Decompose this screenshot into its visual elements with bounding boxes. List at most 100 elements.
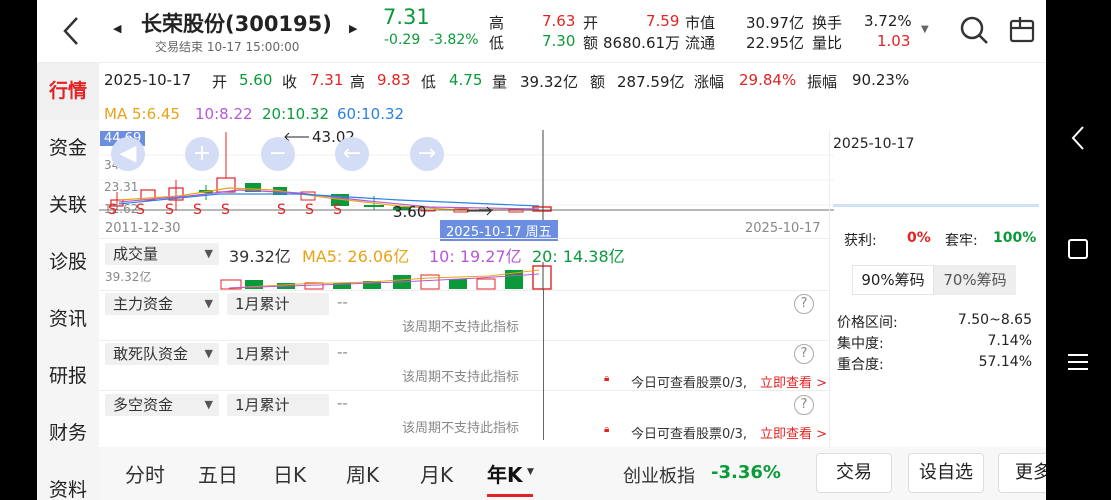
tab-weekly-k[interactable]: 周K [346,459,379,488]
volume-selector-label: 成交量 [113,245,159,263]
system-menu-icon[interactable] [1066,352,1090,372]
header-expand-icon[interactable]: ▼ [921,24,929,35]
ma-line-orange [118,187,539,211]
zoom-out-icon[interactable]: − [261,137,295,171]
indicator-selector-label: 主力资金 [113,295,174,313]
promo-link[interactable]: 立即查看 > [760,423,827,442]
period-selector[interactable]: 1月累计 [227,394,329,416]
summary-open: 5.60 [239,71,273,89]
nav-diagnosis[interactable]: 诊股 [37,234,99,291]
dropdown-caret-icon: ▼ [204,398,213,411]
lock-icon: 🔒︎ [604,373,610,384]
tab-daily-k[interactable]: 日K [273,459,306,488]
low-value: 7.30 [542,32,576,50]
sell-mark: S [165,202,174,218]
sell-mark: S [136,202,145,218]
bottom-toolbar: 分时 五日 日K 周K 月K 年K ▼ 创业板指 -3.36% 交易 设自选 更… [99,447,1046,500]
sell-mark: S [305,202,314,218]
chip-curve [833,204,1039,207]
summary-chg-label: 涨幅 [694,73,725,91]
nav-quote[interactable]: 行情 [37,63,99,120]
next-stock-icon[interactable]: ▶ [349,22,357,35]
tab-intraday[interactable]: 分时 [125,459,165,488]
summary-high-label: 高 [350,73,366,91]
date-start: 2011-12-30 [105,221,181,236]
promo-link[interactable]: 立即查看 > [760,372,827,391]
zoom-in-icon[interactable]: + [185,137,219,171]
summary-low-label: 低 [421,73,437,91]
float-value: 22.95亿 [746,34,804,52]
add-watchlist-button[interactable]: 设自选 [908,453,984,493]
summary-high: 9.83 [377,71,411,89]
summary-amp: 90.23% [852,71,910,89]
indicator-selector[interactable]: 主力资金 ▼ [105,293,219,315]
volume-svg [220,262,552,290]
indicator-note: 该周期不支持此指标 [402,320,520,335]
profit-value: 0% [907,230,931,246]
period-selector[interactable]: 1月累计 [227,293,329,315]
indicator-value: -- [337,293,348,311]
date-end: 2025-10-17 [745,221,821,236]
min-annotation: 3.60 [393,203,427,221]
open-value: 7.59 [646,12,680,30]
chip-tab-90[interactable]: 90%筹码 [852,265,934,295]
nav-related[interactable]: 关联 [37,177,99,234]
sell-mark: S [277,202,286,218]
scroll-left-icon[interactable]: ← [335,137,369,171]
tab-yearly-k[interactable]: 年K [487,459,523,488]
trade-button[interactable]: 交易 [816,453,892,493]
summary-amt-label: 额 [590,73,606,91]
dropdown-caret-icon: ▼ [204,297,213,310]
dropdown-caret-icon: ▼ [204,347,213,360]
chip-tab-70[interactable]: 70%筹码 [934,265,1016,295]
trapped-value: 100% [993,230,1037,246]
ma60-label: 60:10.32 [337,105,405,123]
low-label: 低 [489,34,505,52]
range-value: 7.50~8.65 [957,312,1032,328]
search-icon[interactable] [959,15,989,45]
price-change-pct: -3.82% [429,32,479,48]
sell-mark: S [108,202,117,218]
indicator-selector[interactable]: 敢死队资金 ▼ [105,343,219,365]
nav-finance[interactable]: 财务 [37,405,99,462]
range-label: 价格区间: [837,315,898,331]
system-home-icon[interactable] [1068,239,1088,259]
summary-vol-label: 量 [492,73,508,91]
profit-label: 获利: [844,233,877,249]
float-label: 流通 [685,34,716,52]
tab-5day[interactable]: 五日 [198,459,238,488]
period-selector[interactable]: 1月累计 [227,343,329,365]
indicator-note: 该周期不支持此指标 [402,421,520,436]
lock-icon: 🔒︎ [604,424,610,435]
period-more-icon[interactable]: ▼ [527,467,534,477]
indicator-selector-label: 多空资金 [113,396,174,414]
nav-profile[interactable]: 资料 [37,462,99,500]
nav-funds[interactable]: 资金 [37,120,99,177]
summary-close: 7.31 [310,71,344,89]
indicator-selector[interactable]: 多空资金 ▼ [105,394,219,416]
window-icon[interactable] [1008,15,1036,45]
back-icon[interactable] [59,14,83,48]
sell-mark: S [221,202,230,218]
more-button[interactable]: 更多 [998,453,1046,493]
tab-monthly-k[interactable]: 月K [420,459,453,488]
prev-stock-icon[interactable]: ◀ [113,22,121,35]
trapped-label: 套牢: [945,233,978,249]
collapse-icon[interactable]: ◀ [111,137,145,171]
nav-news[interactable]: 资讯 [37,291,99,348]
help-icon[interactable]: ? [794,344,814,364]
scroll-right-icon[interactable]: → [410,137,444,171]
chip-date: 2025-10-17 [833,136,915,152]
nav-research[interactable]: 研报 [37,348,99,405]
ma20-label: 20:10.32 [262,105,330,123]
help-icon[interactable]: ? [794,294,814,314]
help-icon[interactable]: ? [794,395,814,415]
ma10-label: 10:8.22 [195,105,253,123]
system-back-icon[interactable] [1068,124,1088,152]
current-price: 7.31 [383,5,430,29]
summary-low: 4.75 [449,71,483,89]
amount-label: 额 [583,34,599,52]
period-label: 1月累计 [235,396,290,414]
indicator-value: -- [337,394,348,412]
overlap-value: 57.14% [978,354,1032,370]
